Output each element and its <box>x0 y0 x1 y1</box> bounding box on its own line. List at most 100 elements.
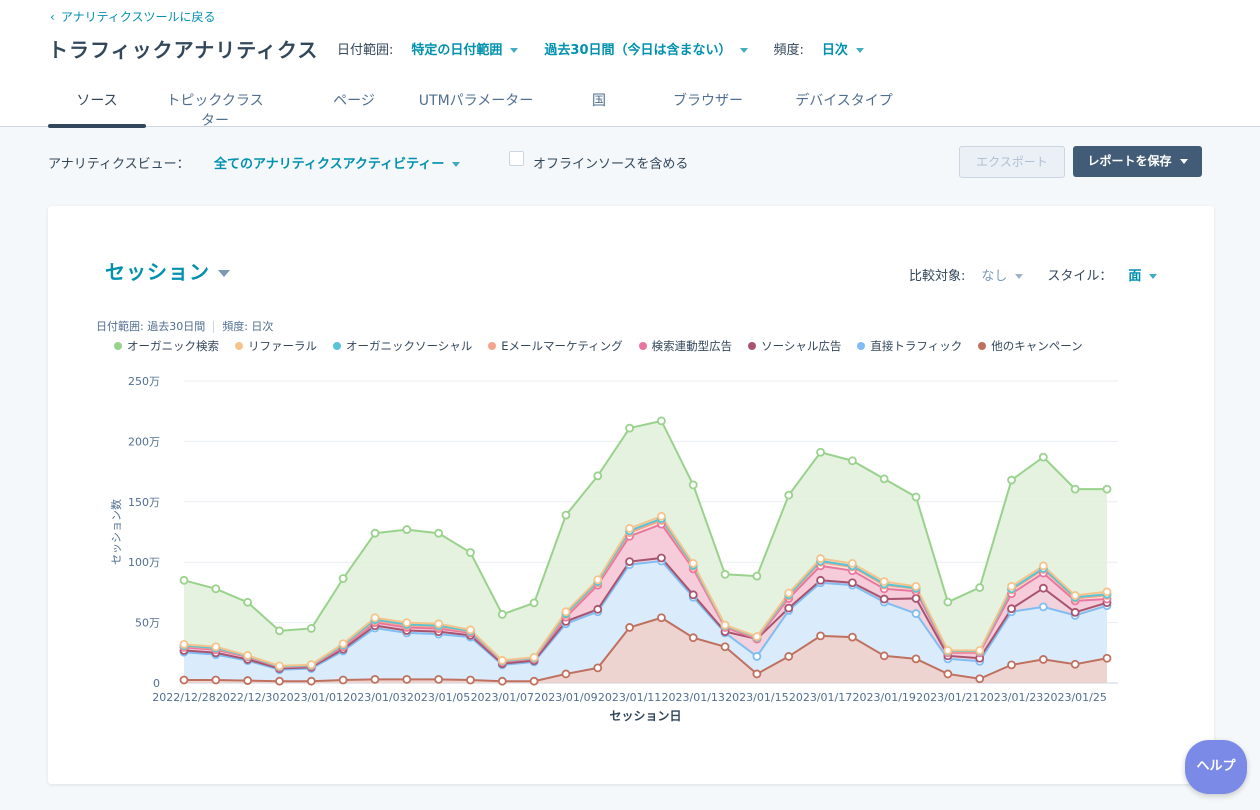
data-point <box>1102 653 1112 663</box>
chevron-left-icon: ‹ <box>50 10 55 24</box>
analytics-view-dropdown[interactable]: 全てのアナリティクスアクティビティー <box>214 153 461 172</box>
analytics-view-label: アナリティクスビュー： <box>48 157 190 172</box>
data-point <box>593 604 603 614</box>
data-point <box>688 480 698 490</box>
data-point <box>1038 655 1048 664</box>
analytics-view-value: 全てのアナリティクスアクティビティー <box>214 157 445 172</box>
data-point <box>593 471 603 481</box>
back-link-label: アナリティクスツールに戻る <box>60 10 216 24</box>
data-point <box>1070 484 1080 494</box>
data-point <box>593 575 603 585</box>
tab-device-type[interactable]: デバイスタイプ <box>794 86 894 126</box>
data-point <box>370 613 380 623</box>
data-point <box>338 675 348 685</box>
x-tick-label: 2023/01/15 <box>725 691 788 704</box>
data-point <box>402 618 412 628</box>
data-point <box>1007 475 1016 485</box>
data-point <box>657 613 666 623</box>
caret-down-icon <box>510 48 519 53</box>
data-point <box>720 569 730 579</box>
data-point <box>847 632 857 642</box>
data-point <box>466 675 475 685</box>
data-point <box>497 609 507 619</box>
data-point <box>657 553 666 563</box>
data-point <box>816 575 825 585</box>
x-tick-label: 2023/01/13 <box>662 691 725 704</box>
date-range-value: 過去30日間（今日は含まない） <box>544 43 732 58</box>
data-point <box>879 594 889 604</box>
export-button[interactable]: エクスポート <box>959 146 1065 178</box>
chart-card: セッション 比較対象: なし スタイル： 面 日付範囲: 過去30日間 頻度: 日… <box>48 206 1214 784</box>
tab-topic-clusters[interactable]: トピッククラスター <box>160 86 270 129</box>
data-point <box>847 578 857 588</box>
data-point <box>752 632 762 641</box>
data-point <box>784 490 794 500</box>
data-point <box>434 528 444 538</box>
data-point <box>275 661 284 671</box>
x-tick-label: 2023/01/25 <box>1043 691 1106 704</box>
offline-sources-checkbox[interactable] <box>509 151 524 166</box>
data-point <box>179 639 189 649</box>
data-point <box>625 623 634 632</box>
data-point <box>1038 602 1048 612</box>
x-tick-label: 2023/01/07 <box>471 691 534 704</box>
back-link[interactable]: ‹ アナリティクスツールに戻る <box>50 8 216 25</box>
data-point <box>625 523 634 533</box>
x-tick-label: 2023/01/01 <box>280 691 343 704</box>
tab-pages[interactable]: ページ <box>314 86 394 126</box>
data-point <box>402 674 412 684</box>
y-tick-label: 150万 <box>128 496 160 509</box>
data-point <box>466 548 475 557</box>
y-tick-label: 100万 <box>128 556 160 569</box>
tab-label: デバイスタイプ <box>795 93 893 109</box>
data-point <box>434 619 444 629</box>
tab-label: 国 <box>592 93 606 109</box>
data-point <box>370 528 380 538</box>
page-title: トラフィックアナリティクス <box>48 38 319 62</box>
date-range-type-value: 特定の日付範囲 <box>411 43 503 58</box>
data-point <box>1070 607 1080 617</box>
caret-down-icon <box>452 162 461 167</box>
data-point <box>625 423 634 433</box>
frequency-dropdown[interactable]: 日次 <box>822 39 864 58</box>
offline-sources-label[interactable]: オフラインソースを含める <box>533 153 688 172</box>
tab-country[interactable]: 国 <box>584 86 614 126</box>
data-point <box>243 651 253 660</box>
data-point <box>879 577 889 586</box>
data-point <box>975 674 985 684</box>
tab-browser[interactable]: ブラウザー <box>668 86 748 126</box>
x-tick-label: 2022/12/30 <box>216 691 279 704</box>
x-tick-label: 2023/01/03 <box>343 691 406 704</box>
x-tick-label: 2023/01/11 <box>598 691 661 704</box>
top-header: ‹ アナリティクスツールに戻る トラフィックアナリティクス 日付範囲: 特定の日付… <box>0 0 1260 129</box>
data-point <box>784 603 794 613</box>
data-point <box>625 557 634 566</box>
data-point <box>943 645 953 655</box>
data-point <box>1007 604 1016 614</box>
date-range-label: 日付範囲: <box>337 43 394 58</box>
date-range-type-dropdown[interactable]: 特定の日付範囲 <box>411 39 519 58</box>
y-tick-label: 200万 <box>128 435 160 448</box>
data-point <box>561 510 571 520</box>
caret-down-icon <box>739 48 748 53</box>
data-point <box>688 590 698 600</box>
data-point <box>911 492 921 502</box>
data-point <box>338 639 348 649</box>
y-tick-label: 50万 <box>135 617 160 630</box>
tab-label: ソース <box>76 93 118 109</box>
data-point <box>179 575 189 585</box>
x-tick-label: 2023/01/19 <box>853 691 916 704</box>
help-button[interactable]: ヘルプ <box>1185 740 1247 794</box>
data-point <box>1038 561 1048 571</box>
data-point <box>1102 587 1112 597</box>
data-point <box>879 474 889 484</box>
data-point <box>688 633 698 643</box>
tab-sources[interactable]: ソース <box>48 86 146 128</box>
tab-utm-parameters[interactable]: UTMパラメーター <box>416 86 536 126</box>
sessions-area-chart: 0 50万 100万 150万 200万 250万 2022/12/28 2022/12/30… <box>110 375 1118 723</box>
date-filters: 日付範囲: 特定の日付範囲 過去30日間（今日は含まない） 頻度: 日次 <box>337 39 890 58</box>
x-tick-label: 2023/01/23 <box>980 691 1043 704</box>
save-report-button[interactable]: レポートを保存 <box>1073 146 1202 177</box>
date-range-dropdown[interactable]: 過去30日間（今日は含まない） <box>544 39 748 58</box>
data-point <box>529 676 539 686</box>
